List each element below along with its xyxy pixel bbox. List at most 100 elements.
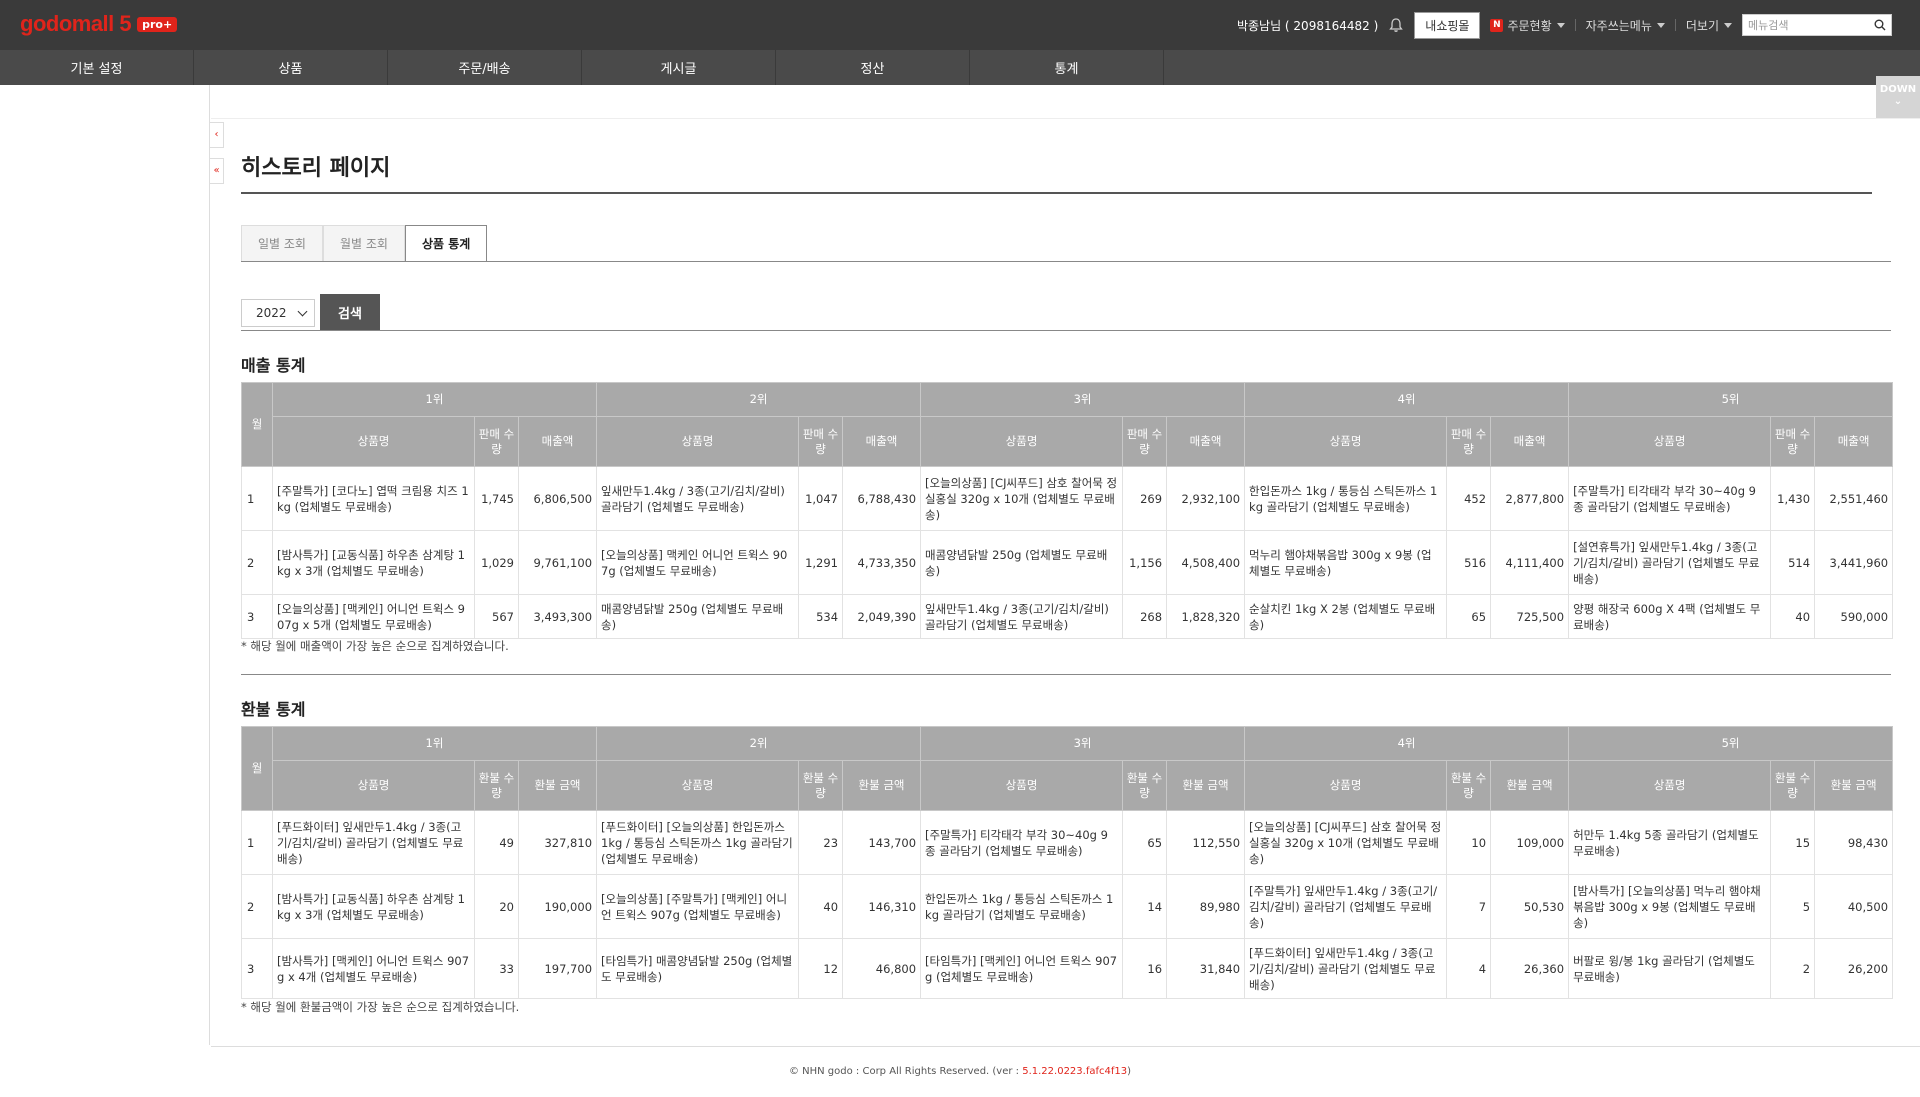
amount-cell: 50,530	[1490, 874, 1570, 939]
tab-bar: 일별 조회 월별 조회 상품 통계	[241, 225, 488, 262]
amount-cell: 89,980	[1166, 874, 1246, 939]
quantity-cell: 567	[474, 594, 519, 639]
amount-cell: 590,000	[1814, 594, 1894, 639]
caret-down-icon	[1556, 22, 1565, 28]
down-label: DOWN	[1879, 84, 1917, 95]
month-header: 월	[241, 726, 273, 811]
amount-cell: 26,360	[1490, 938, 1570, 999]
amount-header: 매출액	[1490, 416, 1570, 467]
divider	[211, 118, 1920, 119]
quantity-cell: 516	[1446, 530, 1492, 595]
quantity-header: 환불 수량	[1770, 760, 1816, 811]
divider	[1674, 19, 1676, 31]
logo[interactable]: godomall 5 pro+	[20, 11, 178, 37]
year-value: 2022	[256, 306, 287, 320]
quantity-header: 판매 수량	[798, 416, 844, 467]
tab-daily[interactable]: 일별 조회	[241, 225, 323, 262]
refund-note: * 해당 월에 환불금액이 가장 높은 순으로 집계하였습니다.	[241, 1000, 520, 1014]
caret-down-icon	[1724, 22, 1732, 28]
product-name-header: 상품명	[272, 416, 475, 467]
caret-down-icon	[1656, 22, 1665, 28]
sales-note: * 해당 월에 매출액이 가장 높은 순으로 집계하였습니다.	[241, 639, 509, 653]
chevron-down-icon	[297, 306, 308, 316]
product-name-cell: 버팔로 윙/봉 1kg 골라담기 (업체별도 무료배송)	[1568, 938, 1772, 999]
nav-basic-settings[interactable]: 기본 설정	[0, 50, 194, 85]
amount-cell: 4,733,350	[842, 530, 922, 595]
product-name-cell: [푸드화이터] 잎새만두1.4kg / 3종(고기/김치/갈비) 골라담기 (업…	[1244, 938, 1448, 999]
amount-cell: 146,310	[842, 874, 922, 939]
sidebar-collapse-button[interactable]: ‹	[210, 122, 224, 148]
top-bar: godomall 5 pro+ 박종남님 ( 2098164482 ) 내쇼핑몰…	[0, 0, 1920, 50]
quantity-cell: 1,430	[1770, 466, 1816, 531]
product-name-cell: 매콤양념닭발 250g (업체별도 무료배송)	[596, 594, 800, 639]
rank-header: 3위	[920, 726, 1246, 761]
title-divider	[241, 192, 1872, 194]
amount-cell: 40,500	[1814, 874, 1894, 939]
product-name-header: 상품명	[920, 416, 1124, 467]
amount-cell: 4,508,400	[1166, 530, 1246, 595]
table-row: 2 [밤사특가] [교동식품] 하우촌 삼계탕 1kg x 3개 (업체별도 무료…	[241, 530, 1894, 595]
tab-divider	[241, 261, 1891, 262]
scroll-down-button[interactable]: DOWN ⌄	[1876, 76, 1920, 118]
product-name-cell: [밤사특가] [오늘의상품] 먹누리 햄야채볶음밥 300g x 9봉 (업체별…	[1568, 874, 1772, 939]
product-name-cell: [주말특가] [코다노] 엽떡 크림용 치즈 1kg (업체별도 무료배송)	[272, 466, 475, 531]
month-cell: 3	[241, 938, 273, 999]
quantity-cell: 40	[798, 874, 844, 939]
amount-cell: 2,932,100	[1166, 466, 1246, 531]
rank-header: 2위	[596, 726, 922, 761]
menu-search-input[interactable]: 메뉴검색	[1742, 14, 1892, 36]
page-title: 히스토리 페이지	[241, 156, 391, 181]
quantity-header: 판매 수량	[1122, 416, 1168, 467]
nav-orders-shipping[interactable]: 주문/배송	[388, 50, 582, 85]
product-name-header: 상품명	[1568, 416, 1772, 467]
nav-statistics[interactable]: 통계	[970, 50, 1164, 85]
amount-header: 매출액	[1166, 416, 1246, 467]
product-name-cell: [밤사특가] [맥케인] 어니언 트윅스 907g x 4개 (업체별도 무료배…	[272, 938, 475, 999]
table-row: 3 [오늘의상품] [맥케인] 어니언 트윅스 907g x 5개 (업체별도 무…	[241, 594, 1894, 639]
refund-stats-table: 월 1위 2위 3위 4위 5위 상품명 환불 수량 환불 금액 상품명 환불 수량 환불 금액 상품명…	[241, 726, 1894, 999]
table-row: 3 [밤사특가] [맥케인] 어니언 트윅스 907g x 4개 (업체별도 무료…	[241, 938, 1894, 999]
amount-header: 환불 금액	[1490, 760, 1570, 811]
my-shop-button[interactable]: 내쇼핑몰	[1414, 11, 1481, 39]
nav-posts[interactable]: 게시글	[582, 50, 776, 85]
more-dropdown[interactable]: 더보기	[1686, 17, 1732, 34]
quantity-cell: 23	[798, 810, 844, 875]
nav-products[interactable]: 상품	[194, 50, 388, 85]
tab-product-stats[interactable]: 상품 통계	[404, 225, 488, 262]
amount-header: 매출액	[842, 416, 922, 467]
order-status-dropdown[interactable]: N 주문현황	[1490, 17, 1565, 34]
quantity-cell: 16	[1122, 938, 1168, 999]
favorites-dropdown[interactable]: 자주쓰는메뉴	[1586, 17, 1665, 34]
footer-version: 5.1.22.0223.fafc4f13	[1022, 1066, 1128, 1077]
main-nav: 기본 설정 상품 주문/배송 게시글 정산 통계	[0, 50, 1920, 85]
quantity-cell: 65	[1446, 594, 1492, 639]
product-name-cell: 허만두 1.4kg 5종 골라담기 (업체별도 무료배송)	[1568, 810, 1772, 875]
search-button[interactable]: 검색	[320, 294, 380, 330]
rank-header: 5위	[1568, 726, 1894, 761]
quantity-cell: 514	[1770, 530, 1816, 595]
product-name-header: 상품명	[920, 760, 1124, 811]
more-label: 더보기	[1685, 18, 1719, 33]
bell-icon[interactable]	[1388, 17, 1404, 33]
product-name-cell: [오늘의상품] 맥케인 어니언 트윅스 907g (업체별도 무료배송)	[596, 530, 800, 595]
amount-cell: 112,550	[1166, 810, 1246, 875]
product-name-header: 상품명	[1244, 760, 1448, 811]
nav-settlement[interactable]: 정산	[776, 50, 970, 85]
product-name-header: 상품명	[596, 416, 800, 467]
search-icon[interactable]	[1874, 19, 1886, 31]
footer-copyright: © NHN godo : Corp All Rights Reserved. (…	[788, 1066, 1023, 1077]
amount-cell: 31,840	[1166, 938, 1246, 999]
table-row: 1 [푸드화이터] 잎새만두1.4kg / 3종(고기/김치/갈비) 골라담기 (…	[241, 810, 1894, 875]
footer: © NHN godo : Corp All Rights Reserved. (…	[0, 1066, 1920, 1077]
quantity-cell: 20	[474, 874, 519, 939]
scroll-top-button[interactable]: «	[210, 158, 224, 184]
product-name-cell: [타임특가] 매콤양념닭발 250g (업체별도 무료배송)	[596, 938, 800, 999]
year-select[interactable]: 2022	[241, 299, 315, 327]
product-name-cell: [설연휴특가] 잎새만두1.4kg / 3종(고기/김치/갈비) 골라담기 (업…	[1568, 530, 1772, 595]
tab-monthly[interactable]: 월별 조회	[322, 225, 405, 262]
table-row: 2 [밤사특가] [교동식품] 하우촌 삼계탕 1kg x 3개 (업체별도 무료…	[241, 874, 1894, 939]
month-cell: 2	[241, 874, 273, 939]
product-name-cell: 양평 해장국 600g X 4팩 (업체별도 무료배송)	[1568, 594, 1772, 639]
product-name-cell: 한입돈까스 1kg / 통등심 스틱돈까스 1kg 골라담기 (업체별도 무료배…	[1244, 466, 1448, 531]
amount-header: 매출액	[517, 416, 598, 467]
